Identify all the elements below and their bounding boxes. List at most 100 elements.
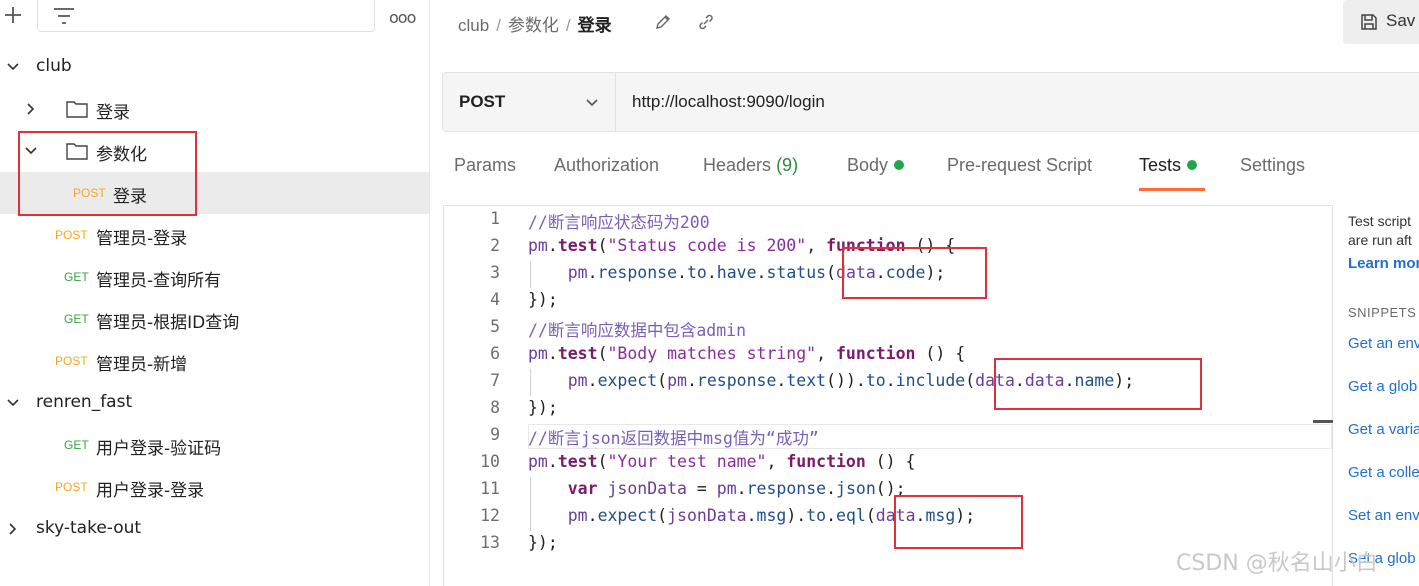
tree-item-collection[interactable]: renren_fast: [0, 382, 429, 424]
line-number: 1: [490, 209, 500, 228]
snippet-link[interactable]: Set an env: [1348, 507, 1419, 524]
tab-tests-label: Tests: [1139, 155, 1182, 175]
tree-item-label: 管理员-查询所有: [96, 271, 222, 291]
chevron-right-icon[interactable]: [5, 521, 21, 537]
more-options-icon[interactable]: ooo: [389, 8, 416, 27]
watermark: CSDN @秋名山小白: [1176, 551, 1378, 576]
code-text[interactable]: //断言json返回数据中msg值为“成功”: [528, 425, 819, 449]
line-number: 12: [480, 506, 500, 525]
chevron-down-icon: [586, 99, 598, 107]
chevron-down-icon[interactable]: [5, 395, 21, 411]
snippet-link[interactable]: Get a varia: [1348, 421, 1419, 438]
line-number: 6: [490, 344, 500, 363]
code-text[interactable]: //断言响应数据中包含admin: [528, 317, 746, 341]
snippet-link[interactable]: Get an env: [1348, 335, 1419, 352]
tree-item-folder[interactable]: 登录: [0, 88, 429, 130]
tree-item-request[interactable]: POST 管理员-新增: [0, 340, 429, 382]
method-badge: GET: [64, 270, 89, 284]
tab-settings[interactable]: Settings: [1240, 155, 1305, 176]
tree-item-request[interactable]: GET 管理员-根据ID查询: [0, 298, 429, 340]
method-badge: GET: [64, 438, 89, 452]
tab-body[interactable]: Body: [847, 155, 905, 176]
tree-item-label: 用户登录-验证码: [96, 439, 222, 459]
url-input[interactable]: http://localhost:9090/login: [632, 92, 825, 112]
line-number: 8: [490, 398, 500, 417]
code-text[interactable]: });: [528, 533, 558, 552]
tab-headers-label: Headers: [703, 155, 772, 175]
code-text[interactable]: //断言响应状态码为200: [528, 209, 710, 233]
line-number: 10: [480, 452, 500, 471]
code-line[interactable]: 10 pm.test("Your test name", function () …: [444, 450, 1332, 477]
sidebar-search-input[interactable]: [37, 0, 375, 32]
folder-icon: [66, 101, 88, 118]
breadcrumb-separator: /: [565, 16, 571, 35]
tree-item-label: renren_fast: [36, 392, 133, 412]
tab-pre-request-script[interactable]: Pre-request Script: [947, 155, 1092, 176]
tree-item-label: 管理员-登录: [96, 229, 188, 249]
pencil-icon[interactable]: [654, 13, 672, 31]
tree-item-request[interactable]: POST 用户登录-登录: [0, 466, 429, 508]
tree-item-label: sky-take-out: [36, 518, 142, 538]
code-text[interactable]: });: [528, 290, 558, 309]
highlight-box: [994, 358, 1202, 410]
tab-params[interactable]: Params: [454, 155, 516, 176]
tab-authorization[interactable]: Authorization: [554, 155, 659, 176]
learn-more-link[interactable]: Learn mor: [1348, 255, 1419, 272]
code-text[interactable]: });: [528, 398, 558, 417]
snippet-link[interactable]: Get a colle: [1348, 464, 1419, 481]
line-number: 13: [480, 533, 500, 552]
collections-sidebar: ooo club 登录 参数化 POST 登录 POST 管理员-登录 GET …: [0, 0, 430, 586]
save-label: Sav: [1386, 11, 1416, 30]
test-script-editor[interactable]: 1//断言响应状态码为200 2 pm.test("Status code is 2…: [443, 205, 1333, 586]
code-line[interactable]: 5 //断言响应数据中包含admin: [444, 315, 1332, 342]
code-line[interactable]: 12 pm.expect(jsonData.msg).to.eql(data.m…: [444, 504, 1332, 531]
filter-icon[interactable]: [52, 6, 76, 26]
tree-item-request[interactable]: GET 用户登录-验证码: [0, 424, 429, 466]
tree-item-club[interactable]: club: [0, 46, 429, 88]
code-text[interactable]: var jsonData = pm.response.json();: [528, 479, 906, 498]
tree-item-label: 用户登录-登录: [96, 481, 205, 501]
tab-headers[interactable]: Headers (9): [703, 155, 798, 176]
save-icon: [1361, 14, 1377, 30]
request-main-panel: club / 参数化 / 登录 Sav POST http://localhost:90…: [430, 0, 1419, 586]
method-badge: GET: [64, 312, 89, 326]
chevron-right-icon[interactable]: [23, 101, 39, 117]
headers-count-badge: (9): [776, 155, 799, 175]
plus-icon[interactable]: [1, 3, 25, 27]
snippets-panel: Test script are run aft Learn mor SNIPPE…: [1335, 205, 1419, 586]
tree-item-request[interactable]: GET 管理员-查询所有: [0, 256, 429, 298]
line-number: 5: [490, 317, 500, 336]
breadcrumb-item[interactable]: 参数化: [508, 16, 559, 35]
snippets-heading: SNIPPETS: [1348, 305, 1417, 320]
status-dot: [1187, 160, 1198, 171]
breadcrumb: club / 参数化 / 登录: [458, 11, 612, 36]
code-text[interactable]: pm.test("Body matches string", function …: [528, 344, 965, 363]
link-icon[interactable]: [696, 12, 716, 32]
highlight-box: [894, 495, 1023, 549]
status-dot: [894, 160, 905, 171]
tree-item-label: 管理员-根据ID查询: [96, 313, 240, 333]
method-badge: POST: [55, 354, 88, 368]
method-value: POST: [459, 92, 506, 111]
chevron-down-icon[interactable]: [5, 59, 21, 75]
code-line[interactable]: 11 var jsonData = pm.response.json();: [444, 477, 1332, 504]
highlight-box: [842, 247, 987, 299]
breadcrumb-item[interactable]: club: [458, 16, 489, 35]
method-badge: POST: [55, 228, 88, 242]
tree-item-request[interactable]: POST 管理员-登录: [0, 214, 429, 256]
method-select[interactable]: POST: [443, 73, 616, 131]
snippet-link[interactable]: Get a glob: [1348, 378, 1417, 395]
code-line[interactable]: 1 //断言响应状态码为200: [444, 207, 1332, 234]
request-bar: POST http://localhost:9090/login: [442, 72, 1419, 132]
breadcrumb-current[interactable]: 登录: [578, 16, 612, 35]
code-line[interactable]: 9 //断言json返回数据中msg值为“成功”: [444, 423, 1332, 450]
tab-tests[interactable]: Tests: [1139, 155, 1198, 176]
tree-item-collection[interactable]: sky-take-out: [0, 508, 429, 550]
save-button[interactable]: Sav: [1343, 0, 1419, 44]
line-number: 11: [480, 479, 500, 498]
line-number: 9: [490, 425, 500, 444]
code-text[interactable]: pm.test("Your test name", function () {: [528, 452, 915, 471]
line-number: 7: [490, 371, 500, 390]
line-number: 4: [490, 290, 500, 309]
sidebar-toolbar: ooo: [0, 0, 429, 36]
